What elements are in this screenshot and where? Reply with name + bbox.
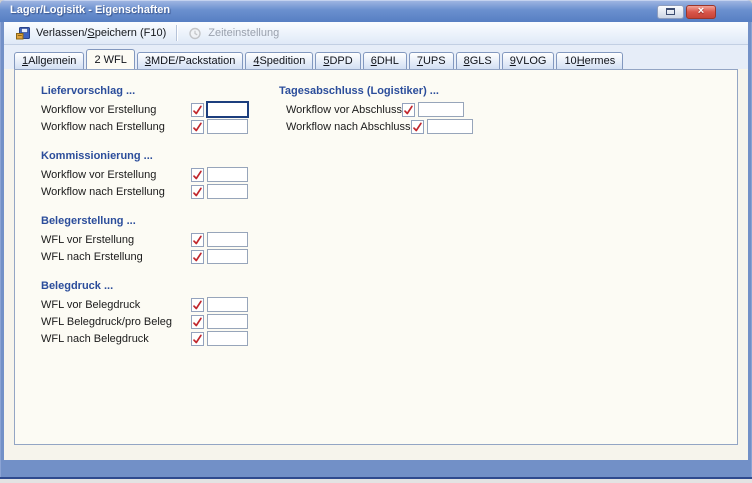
- tab-3-mde-packstation[interactable]: 3 MDE/Packstation: [137, 52, 244, 69]
- field-label: Workflow nach Erstellung: [41, 121, 191, 133]
- workflow-edit-icon[interactable]: [191, 168, 204, 182]
- toolbar-button-label: Zeiteinstellung: [208, 27, 279, 39]
- toolbar-button-label: Verlassen/Speichern (F10): [36, 27, 166, 39]
- window-title: Lager/Logisitk - Eigenschaften: [10, 4, 170, 16]
- properties-window: Lager/Logisitk - Eigenschaften × Verlass…: [0, 0, 752, 483]
- workflow-row: WFL nach Belegdruck: [41, 330, 277, 347]
- field-label: Workflow nach Abschluss: [286, 121, 411, 133]
- workflow-edit-icon[interactable]: [402, 103, 415, 117]
- section-heading: Belegerstellung ...: [41, 215, 277, 228]
- workflow-row: Workflow vor Erstellung: [41, 166, 277, 183]
- tab-1-allgemein[interactable]: 1 Allgemein: [14, 52, 84, 69]
- tab-8-gls[interactable]: 8 GLS: [456, 52, 500, 69]
- tab-2-wfl[interactable]: 2 WFL: [86, 49, 134, 69]
- workflow-edit-icon[interactable]: [411, 120, 424, 134]
- tab-strip: 1 Allgemein2 WFL3 MDE/Packstation4 Spedi…: [14, 50, 625, 69]
- field-label: WFL Belegdruck/pro Beleg: [41, 316, 191, 328]
- tab-5-dpd[interactable]: 5 DPD: [315, 52, 360, 69]
- tab-6-dhl[interactable]: 6 DHL: [363, 52, 407, 69]
- workflow-row: Workflow vor Abschluss: [279, 101, 515, 118]
- maximize-button[interactable]: [657, 5, 684, 19]
- verlassen-speichern-f10-button[interactable]: Verlassen/Speichern (F10): [8, 23, 173, 43]
- workflow-edit-icon[interactable]: [191, 332, 204, 346]
- workflow-row: WFL vor Belegdruck: [41, 296, 277, 313]
- zeiteinstellung-button: Zeiteinstellung: [180, 23, 286, 43]
- workflow-edit-icon[interactable]: [191, 315, 204, 329]
- workflow-input[interactable]: [207, 314, 248, 329]
- section-tagesabschluss-logistiker: Tagesabschluss (Logistiker) ... Workflow …: [279, 85, 515, 135]
- tab-7-ups[interactable]: 7 UPS: [409, 52, 454, 69]
- workflow-row: Workflow nach Erstellung: [41, 183, 277, 200]
- field-label: Workflow vor Erstellung: [41, 104, 191, 116]
- workflow-row: Workflow vor Erstellung: [41, 101, 277, 118]
- window-shadow-strip: [0, 479, 752, 483]
- field-label: WFL vor Erstellung: [41, 234, 191, 246]
- workflow-input[interactable]: [207, 232, 248, 247]
- section-heading: Liefervorschlag ...: [41, 85, 277, 98]
- tab-10-hermes[interactable]: 10 Hermes: [556, 52, 623, 69]
- toolbar: Verlassen/Speichern (F10) Zeiteinstellung: [4, 22, 748, 45]
- section-kommissionierung: Kommissionierung ... Workflow vor Erstell…: [41, 150, 277, 200]
- field-label: Workflow vor Abschluss: [286, 104, 402, 116]
- workflow-input[interactable]: [207, 167, 248, 182]
- workflow-row: WFL Belegdruck/pro Beleg: [41, 313, 277, 330]
- workflow-edit-icon[interactable]: [191, 250, 204, 264]
- client-area: Verlassen/Speichern (F10) Zeiteinstellung…: [4, 22, 748, 460]
- field-label: WFL vor Belegdruck: [41, 299, 191, 311]
- section-heading: Belegdruck ...: [41, 280, 277, 293]
- left-column: Liefervorschlag ... Workflow vor Erstellu…: [41, 85, 277, 362]
- workflow-row: Workflow nach Abschluss: [279, 118, 515, 135]
- section-heading: Tagesabschluss (Logistiker) ...: [279, 85, 515, 98]
- right-column: Tagesabschluss (Logistiker) ... Workflow …: [279, 85, 515, 150]
- workflow-edit-icon[interactable]: [191, 103, 204, 117]
- save-exit-icon: [15, 25, 31, 41]
- toolbar-separator: [176, 25, 177, 41]
- workflow-row: WFL vor Erstellung: [41, 231, 277, 248]
- field-label: WFL nach Belegdruck: [41, 333, 191, 345]
- field-label: Workflow nach Erstellung: [41, 186, 191, 198]
- workflow-input[interactable]: [207, 119, 248, 134]
- section-belegdruck: Belegdruck ... WFL vor Belegdruck WFL Bele…: [41, 280, 277, 347]
- workflow-row: Workflow nach Erstellung: [41, 118, 277, 135]
- workflow-input[interactable]: [427, 119, 473, 134]
- workflow-input[interactable]: [207, 249, 248, 264]
- workflow-edit-icon[interactable]: [191, 298, 204, 312]
- workflow-edit-icon[interactable]: [191, 233, 204, 247]
- field-label: Workflow vor Erstellung: [41, 169, 191, 181]
- workflow-input[interactable]: [207, 331, 248, 346]
- workflow-input[interactable]: [207, 184, 248, 199]
- workflow-input[interactable]: [418, 102, 464, 117]
- field-label: WFL nach Erstellung: [41, 251, 191, 263]
- tab-page-wfl: Liefervorschlag ... Workflow vor Erstellu…: [14, 69, 738, 445]
- close-icon: ×: [698, 5, 704, 17]
- title-bar: Lager/Logisitk - Eigenschaften ×: [0, 0, 752, 22]
- workflow-input[interactable]: [207, 297, 248, 312]
- tab-4-spedition[interactable]: 4 Spedition: [245, 52, 313, 69]
- workflow-edit-icon[interactable]: [191, 120, 204, 134]
- section-liefervorschlag: Liefervorschlag ... Workflow vor Erstellu…: [41, 85, 277, 135]
- section-belegerstellung: Belegerstellung ... WFL vor Erstellung WFL…: [41, 215, 277, 265]
- section-heading: Kommissionierung ...: [41, 150, 277, 163]
- workflow-input[interactable]: [207, 102, 248, 117]
- tab-9-vlog[interactable]: 9 VLOG: [502, 52, 555, 69]
- close-button[interactable]: ×: [686, 5, 716, 19]
- workflow-edit-icon[interactable]: [191, 185, 204, 199]
- clock-icon: [187, 25, 203, 41]
- maximize-icon: [666, 8, 675, 15]
- workflow-row: WFL nach Erstellung: [41, 248, 277, 265]
